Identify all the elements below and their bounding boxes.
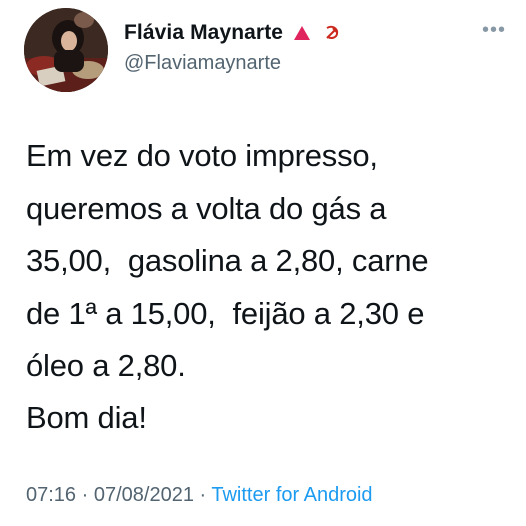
tweet-text: Em vez do voto impresso, queremos a volt…: [26, 130, 496, 393]
tweet-metadata: 07:16 · 07/08/2021 · Twitter for Android: [26, 484, 373, 507]
tweet-card: Flávia Maynarte @Flaviamaynarte ••• Em v…: [0, 0, 526, 526]
tweet-text-line: Em vez do voto impresso,: [26, 138, 378, 173]
display-name[interactable]: Flávia Maynarte: [124, 21, 283, 45]
tweet-text-line: 35,00, gasolina a 2,80, carne: [26, 243, 429, 278]
avatar[interactable]: [24, 8, 108, 92]
hammer-sickle-icon: [323, 24, 341, 42]
tweet-greeting: Bom dia!: [26, 400, 147, 435]
tweet-text-line: óleo a 2,80.: [26, 348, 186, 383]
avatar-image: [24, 8, 108, 92]
tweet-header: Flávia Maynarte @Flaviamaynarte: [124, 18, 341, 75]
more-horizontal-icon[interactable]: •••: [482, 20, 506, 40]
user-handle[interactable]: @Flaviamaynarte: [124, 52, 341, 75]
tweet-text-line: de 1ª a 15,00, feijão a 2,30 e: [26, 295, 425, 331]
tweet-text-line: queremos a volta do gás a: [26, 190, 387, 226]
display-name-row: Flávia Maynarte: [124, 18, 341, 48]
red-triangle-icon: [293, 25, 311, 41]
meta-separator: ·: [193, 484, 212, 506]
tweet-date[interactable]: 07/08/2021: [94, 484, 194, 506]
tweet-source-link[interactable]: Twitter for Android: [211, 484, 372, 506]
meta-separator: ·: [76, 484, 94, 506]
tweet-time[interactable]: 07:16: [26, 484, 76, 506]
